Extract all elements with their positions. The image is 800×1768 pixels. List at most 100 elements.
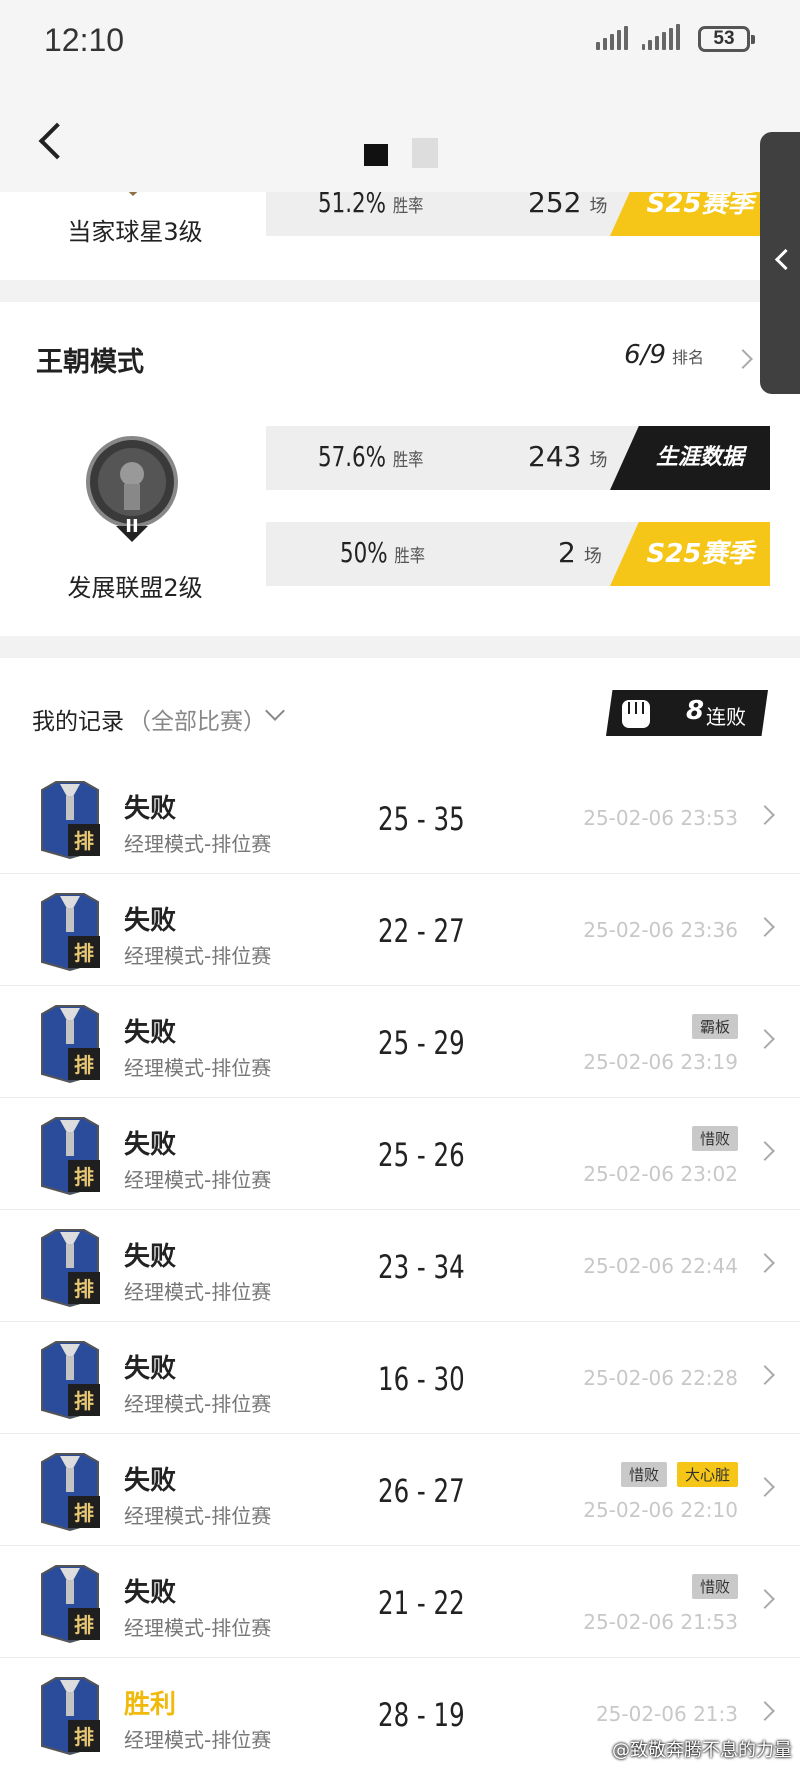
records-card: 我的记录 （全部比赛） 8 连败 排 失败 经理模式-排位赛 25 - 35 25…	[0, 658, 800, 1768]
match-tags: 惜败	[691, 1126, 738, 1151]
match-score: 25 - 29	[378, 1024, 465, 1062]
career-games: 243 场	[528, 440, 608, 473]
chevron-right-icon[interactable]	[755, 1589, 775, 1609]
watermark: @致敬奔腾不息的力量	[612, 1740, 792, 1761]
rank-emblem-icon: II	[86, 436, 178, 542]
dynasty-rank[interactable]: 6/9 排名	[624, 340, 704, 370]
season-stat-row[interactable]: 51.2% 胜率 252 场 S25赛季	[266, 192, 770, 236]
match-mode: 经理模式-排位赛	[124, 1280, 272, 1304]
match-mode: 经理模式-排位赛	[124, 1728, 272, 1752]
career-stat-row[interactable]: 57.6% 胜率 243 场 生涯数据	[266, 426, 770, 490]
career-win-rate: 57.6% 胜率	[318, 440, 424, 473]
chevron-right-icon[interactable]	[755, 1029, 775, 1049]
chevron-right-icon[interactable]	[755, 1365, 775, 1385]
svg-text:排: 排	[74, 1165, 94, 1189]
svg-text:II: II	[125, 516, 138, 537]
match-score: 23 - 34	[378, 1248, 465, 1286]
back-icon[interactable]	[36, 124, 70, 158]
season-stat-row[interactable]: 50% 胜率 2场 S25赛季	[266, 522, 770, 586]
match-tag: 惜败	[691, 1574, 738, 1599]
svg-text:排: 排	[74, 1725, 94, 1749]
match-row[interactable]: 排 失败 经理模式-排位赛 23 - 34 25-02-06 22:44	[0, 1210, 800, 1322]
signal-icon	[596, 24, 628, 50]
nav-bar	[0, 84, 800, 192]
status-bar: 12:10 53	[0, 0, 800, 84]
match-tags: 惜败 大心脏	[620, 1462, 738, 1487]
match-mode: 经理模式-排位赛	[124, 1056, 272, 1080]
match-score: 28 - 19	[378, 1696, 465, 1734]
signal-icon-2	[642, 24, 680, 50]
match-row[interactable]: 排 失败 经理模式-排位赛 25 - 26 惜败 25-02-06 23:02	[0, 1098, 800, 1210]
match-time: 25-02-06 23:02	[583, 1162, 738, 1186]
match-tag: 惜败	[691, 1126, 738, 1151]
match-row[interactable]: 排 失败 经理模式-排位赛 25 - 35 25-02-06 23:53	[0, 762, 800, 874]
match-score: 22 - 27	[378, 912, 465, 950]
match-result: 胜利	[124, 1690, 177, 1720]
side-collapse-tab[interactable]	[760, 132, 800, 394]
rank-label: 当家球星3级	[67, 218, 203, 246]
match-tags: 霸板	[691, 1014, 738, 1039]
match-row[interactable]: 排 失败 经理模式-排位赛 22 - 27 25-02-06 23:36	[0, 874, 800, 986]
match-result: 失败	[124, 1578, 177, 1608]
fist-icon	[622, 700, 650, 728]
career-data-badge[interactable]: 生涯数据	[610, 426, 770, 490]
match-row[interactable]: 排 失败 经理模式-排位赛 25 - 29 霸板 25-02-06 23:19	[0, 986, 800, 1098]
match-tags: 惜败	[691, 1574, 738, 1599]
ranked-match-icon: 排	[41, 1117, 100, 1196]
season-badge[interactable]: S25赛季	[610, 522, 770, 586]
svg-text:排: 排	[74, 1613, 94, 1637]
dynasty-title: 王朝模式	[36, 347, 144, 378]
streak-label: 连败	[706, 705, 746, 729]
dynasty-rank-level: 发展联盟2级	[67, 574, 203, 602]
ranked-match-icon: 排	[41, 1341, 100, 1420]
match-result: 失败	[124, 1354, 177, 1384]
chevron-right-icon[interactable]	[733, 349, 753, 369]
season-badge: S25赛季	[610, 192, 770, 236]
match-mode: 经理模式-排位赛	[124, 1616, 272, 1640]
censored-title-2	[412, 138, 438, 168]
ranked-match-icon: 排	[41, 1565, 100, 1644]
match-time: 25-02-06 22:10	[583, 1498, 738, 1522]
match-mode: 经理模式-排位赛	[124, 944, 272, 968]
match-result: 失败	[124, 1466, 177, 1496]
svg-text:排: 排	[74, 1389, 94, 1413]
dynasty-card: 王朝模式 6/9 排名 II 发展联盟2级 57.6% 胜率 243 场 生涯数据 5…	[0, 302, 800, 636]
match-row[interactable]: 排 失败 经理模式-排位赛 16 - 30 25-02-06 22:28	[0, 1322, 800, 1434]
match-time: 25-02-06 21:53	[583, 1610, 738, 1634]
chevron-right-icon[interactable]	[755, 1701, 775, 1721]
chevron-right-icon[interactable]	[755, 1253, 775, 1273]
chevron-down-icon[interactable]	[265, 701, 285, 721]
match-score: 26 - 27	[378, 1472, 465, 1510]
ranked-match-icon: 排	[41, 1005, 100, 1084]
career-card: 当家球星3级 51.2% 胜率 252 场 S25赛季	[0, 192, 800, 280]
svg-text:排: 排	[74, 941, 94, 965]
ranked-match-icon: 排	[41, 893, 100, 972]
status-time: 12:10	[44, 22, 125, 58]
match-tag: 霸板	[691, 1014, 738, 1039]
ranked-match-icon: 排	[41, 781, 100, 860]
match-result: 失败	[124, 794, 177, 824]
season-games: 2场	[558, 536, 602, 569]
match-score: 21 - 22	[378, 1584, 465, 1622]
match-result: 失败	[124, 1130, 177, 1160]
match-time: 25-02-06 22:28	[583, 1366, 738, 1390]
chevron-right-icon[interactable]	[755, 805, 775, 825]
match-mode: 经理模式-排位赛	[124, 1392, 272, 1416]
match-result: 失败	[124, 906, 177, 936]
match-row[interactable]: 排 失败 经理模式-排位赛 26 - 27 惜败 大心脏 25-02-06 22:…	[0, 1434, 800, 1546]
match-score: 25 - 35	[378, 800, 465, 838]
match-time: 25-02-06 21:3	[595, 1702, 738, 1726]
games-count: 252 场	[528, 192, 608, 219]
svg-text:排: 排	[74, 829, 94, 853]
rank-emblem-partial	[128, 192, 138, 196]
chevron-right-icon[interactable]	[755, 917, 775, 937]
chevron-right-icon[interactable]	[755, 1141, 775, 1161]
match-mode: 经理模式-排位赛	[124, 1504, 272, 1528]
match-row[interactable]: 排 失败 经理模式-排位赛 21 - 22 惜败 25-02-06 21:53	[0, 1546, 800, 1658]
win-rate: 51.2% 胜率	[318, 192, 424, 219]
match-time: 25-02-06 23:53	[583, 806, 738, 830]
records-filter[interactable]: 我的记录 （全部比赛）	[32, 702, 266, 736]
match-time: 25-02-06 22:44	[583, 1254, 738, 1278]
chevron-right-icon[interactable]	[755, 1477, 775, 1497]
match-score: 16 - 30	[378, 1360, 465, 1398]
